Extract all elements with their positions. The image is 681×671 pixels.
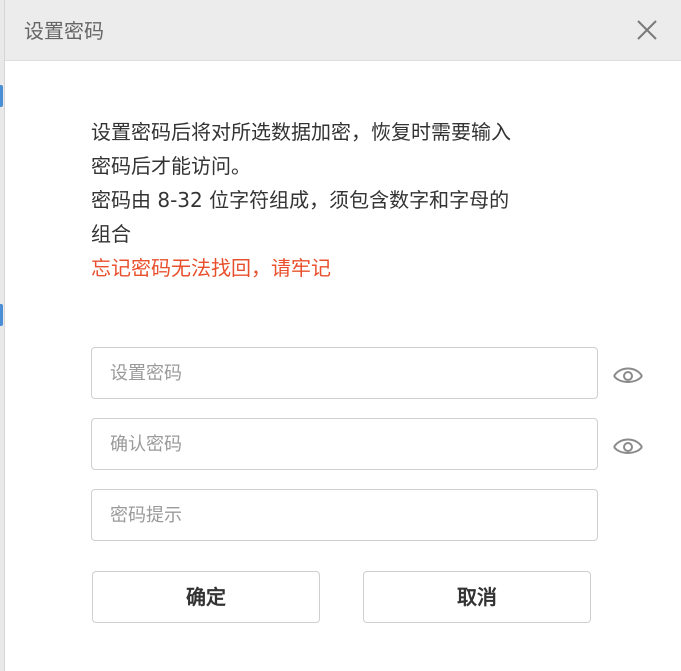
password-hint-input[interactable] [91,489,598,541]
set-password-input[interactable] [91,347,598,399]
background-edge-mark [0,85,3,107]
set-password-dialog: 设置密码 设置密码后将对所选数据加密，恢复时需要输入 密码后才能访问。 密码由 … [4,0,681,671]
dialog-description: 设置密码后将对所选数据加密，恢复时需要输入 密码后才能访问。 密码由 8-32 … [91,115,611,285]
description-line: 密码由 8-32 位字符组成，须包含数字和字母的 [91,188,510,212]
description-line: 密码后才能访问。 [91,154,251,178]
dialog-titlebar: 设置密码 [5,0,681,61]
confirm-password-input[interactable] [91,418,598,470]
ok-button[interactable]: 确定 [92,571,320,623]
warning-text: 忘记密码无法找回，请牢记 [91,256,331,280]
background-edge-mark [0,304,3,326]
eye-icon[interactable] [611,363,645,387]
eye-icon[interactable] [611,434,645,458]
close-icon[interactable] [631,14,663,46]
description-line: 设置密码后将对所选数据加密，恢复时需要输入 [91,120,511,144]
cancel-button[interactable]: 取消 [363,571,591,623]
description-line: 组合 [91,222,131,246]
dialog-title: 设置密码 [24,19,104,43]
